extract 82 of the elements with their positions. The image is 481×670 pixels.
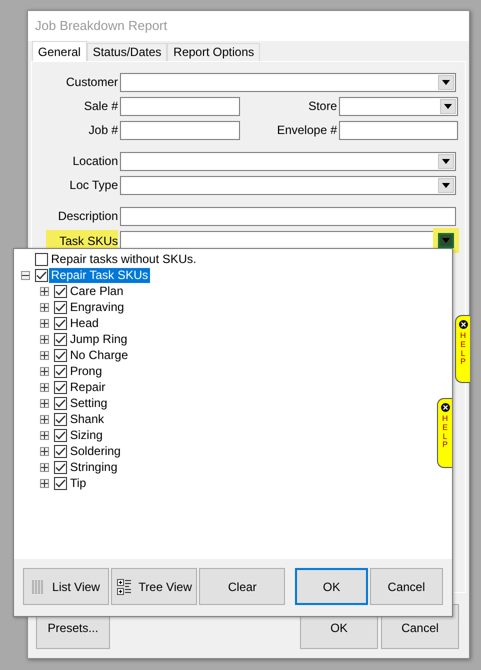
checkbox[interactable] [54,316,67,330]
tree-item[interactable]: Soldering [68,444,123,458]
field-label: Loc Type [68,177,118,194]
checkbox[interactable] [54,476,67,490]
tree-item[interactable]: Head [68,316,101,330]
expander-icon[interactable] [40,350,49,360]
expander-icon[interactable] [40,398,49,408]
checkbox[interactable] [54,460,67,474]
checkbox[interactable] [54,412,67,426]
tree-item[interactable]: Repair tasks without SKUs. [49,252,198,266]
help-label: HELP [441,415,449,450]
close-icon [458,320,468,329]
field-label: Sale # [82,98,118,115]
help-tab[interactable]: HELP [455,315,470,383]
checkbox[interactable] [54,284,67,298]
combo-box[interactable] [120,73,456,92]
text-field[interactable] [339,121,458,140]
button[interactable]: List View [23,568,110,605]
field-label: Envelope # [276,122,337,139]
button[interactable]: Cancel [370,568,443,605]
text-field[interactable] [120,207,456,226]
expander-icon[interactable] [40,446,49,456]
expander-icon[interactable] [40,334,49,344]
tree-item[interactable]: Setting [68,396,110,410]
button[interactable]: OK [295,568,368,605]
expander-icon[interactable] [40,414,49,424]
checkbox[interactable] [54,364,67,378]
tree-item[interactable]: Repair [68,380,108,394]
combo-box[interactable] [120,152,456,171]
dropdown-button[interactable] [438,75,454,90]
field-label: Customer [64,74,118,91]
list-icon [32,580,44,594]
expander-icon[interactable] [21,270,30,280]
expander-icon[interactable] [40,318,49,328]
combo-box[interactable] [120,231,456,250]
field-label: Description [56,208,118,225]
window-title: Job Breakdown Report [35,17,168,36]
checkbox[interactable] [54,332,67,346]
field-label: Job # [88,122,118,139]
checkbox[interactable] [54,428,67,442]
tree-item[interactable]: Engraving [68,300,126,314]
tree-item[interactable]: Repair Task SKUs [49,268,150,282]
button[interactable]: Tree View [111,568,198,605]
expander-icon[interactable] [40,366,49,376]
help-tab[interactable]: HELP [437,398,452,468]
combo-box[interactable] [120,176,456,195]
dropdown-button[interactable] [438,178,454,193]
expander-icon[interactable] [40,286,49,296]
tree-item[interactable]: Care Plan [68,284,126,298]
checkbox[interactable] [54,380,67,394]
expander-icon[interactable] [40,382,49,392]
dropdown-button[interactable] [440,99,456,114]
expander-icon[interactable] [40,430,49,440]
tree-item[interactable]: No Charge [68,348,130,362]
field-label: Location [72,153,118,170]
tab[interactable]: Report Options [167,43,260,61]
tree-item[interactable]: Stringing [68,460,120,474]
tree-item[interactable]: Jump Ring [68,332,130,346]
checkbox[interactable] [54,300,67,314]
expander-icon[interactable] [40,302,49,312]
close-icon [440,403,450,412]
text-field[interactable] [120,97,240,116]
tab[interactable]: General [32,41,87,61]
dropdown-button[interactable] [438,154,454,169]
tree-view-icon [116,578,131,594]
checkbox[interactable] [54,444,67,458]
checkbox[interactable] [35,252,48,266]
combo-box[interactable] [339,97,458,116]
tree-item[interactable]: Prong [68,364,104,378]
tree-item[interactable]: Tip [68,476,88,490]
field-label: Store [307,98,337,115]
tab[interactable]: Status/Dates [86,43,168,61]
help-label: HELP [459,332,467,368]
expander-icon[interactable] [40,462,49,472]
expander-icon[interactable] [40,478,49,488]
tree-item[interactable]: Shank [68,412,106,426]
button[interactable]: Clear [199,568,286,605]
text-field[interactable] [120,121,240,140]
tree-item[interactable]: Sizing [68,428,105,442]
checkbox[interactable] [54,348,67,362]
checkbox[interactable] [35,268,48,282]
checkbox[interactable] [54,396,67,410]
